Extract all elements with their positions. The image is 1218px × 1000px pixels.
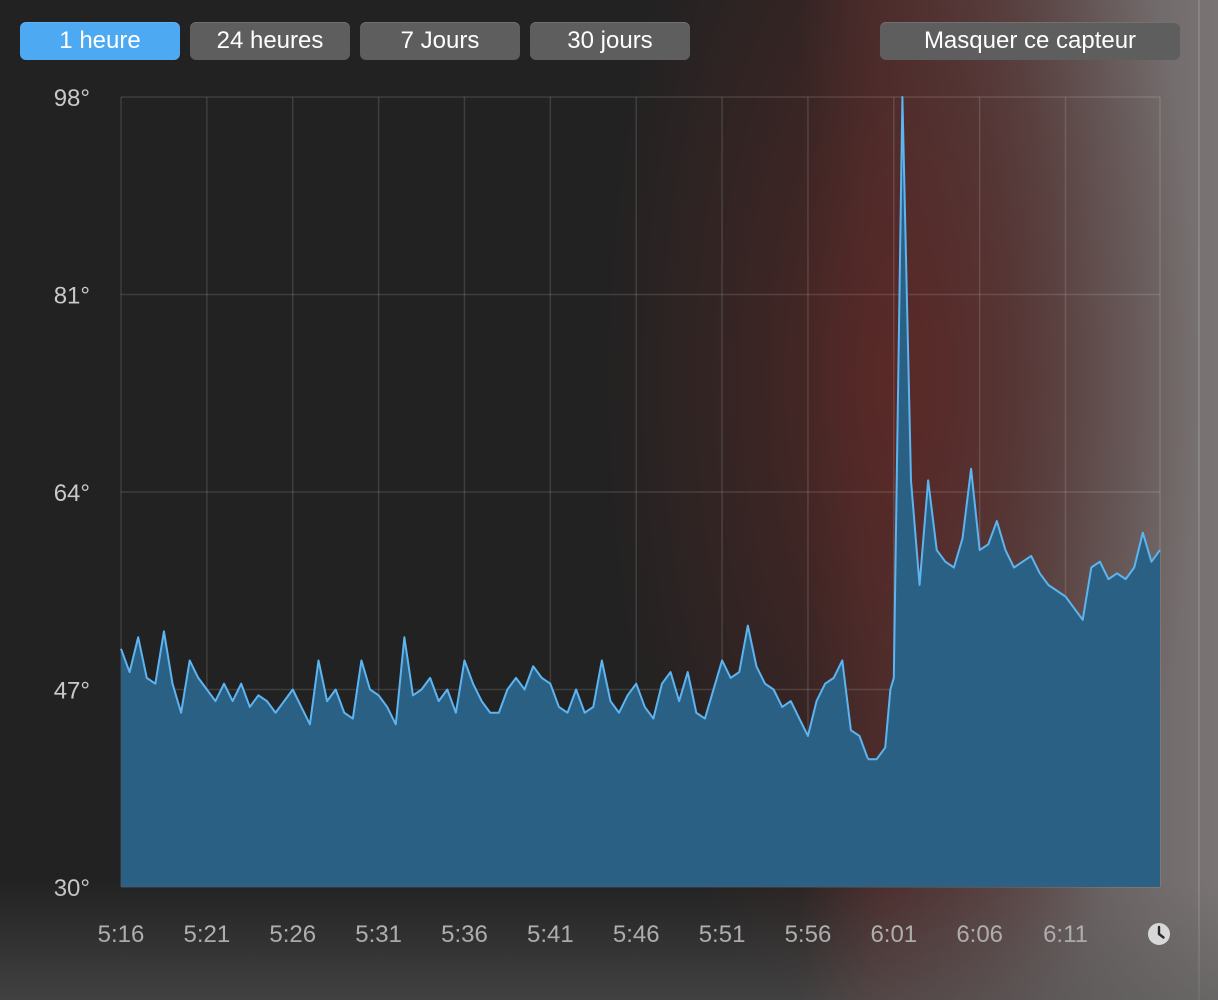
x-tick-label: 5:31 — [355, 921, 402, 948]
y-tick-label: 64° — [54, 480, 90, 507]
x-tick-label: 5:51 — [699, 921, 746, 948]
x-tick-label: 5:16 — [98, 921, 145, 948]
y-tick-label: 81° — [54, 283, 90, 310]
y-tick-label: 98° — [54, 85, 90, 112]
x-tick-label: 5:46 — [613, 921, 660, 948]
clock-icon[interactable] — [1147, 922, 1171, 946]
y-axis-ticks: 98° 81° 64° 47° 30° — [54, 85, 90, 902]
x-tick-label: 5:56 — [785, 921, 832, 948]
x-tick-label: 6:11 — [1043, 921, 1088, 948]
hide-sensor-button[interactable]: Masquer ce capteur — [880, 22, 1180, 60]
tab-30-days[interactable]: 30 jours — [530, 22, 690, 60]
x-axis-ticks: 5:16 5:21 5:26 5:31 5:36 5:41 5:46 5:51 5:56 6:01… — [98, 921, 1088, 948]
x-tick-label: 5:41 — [527, 921, 574, 948]
y-tick-label: 30° — [54, 875, 90, 902]
temperature-chart: 98° 81° 64° 47° 30° 5:16 5:21 5:26 5:31 5:36 5:41… — [54, 85, 1161, 948]
x-tick-label: 6:06 — [956, 921, 1003, 948]
tab-24-hours[interactable]: 24 heures — [190, 22, 350, 60]
tab-1-hour[interactable]: 1 heure — [20, 22, 180, 60]
x-tick-label: 5:26 — [269, 921, 316, 948]
tab-7-days[interactable]: 7 Jours — [360, 22, 520, 60]
x-tick-label: 5:36 — [441, 921, 488, 948]
x-tick-label: 5:21 — [184, 921, 231, 948]
y-tick-label: 47° — [54, 678, 90, 705]
x-tick-label: 6:01 — [870, 921, 917, 948]
